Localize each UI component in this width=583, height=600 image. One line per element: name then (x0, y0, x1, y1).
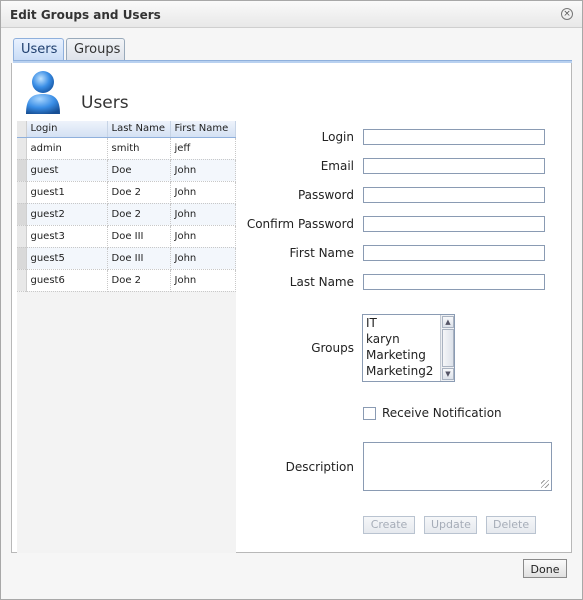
cell-first-name: John (170, 181, 236, 204)
users-table: Login Last Name First Name admin smith j… (17, 121, 236, 292)
tab-users[interactable]: Users (13, 38, 64, 60)
dialog-title: Edit Groups and Users (10, 8, 161, 22)
column-header-login[interactable]: Login (26, 121, 108, 138)
users-heading: Users (81, 93, 129, 113)
cell-last-name: smith (107, 137, 171, 160)
cell-last-name: Doe (107, 159, 171, 182)
description-textarea[interactable] (363, 442, 552, 491)
cell-first-name: jeff (170, 137, 236, 160)
groups-label: Groups (311, 341, 354, 355)
last-name-field[interactable] (363, 274, 545, 290)
cell-login: guest3 (26, 225, 108, 248)
cell-first-name: John (170, 269, 236, 292)
cell-login: admin (26, 137, 108, 160)
create-button[interactable]: Create (363, 516, 415, 534)
resize-grip-icon[interactable] (541, 480, 549, 488)
password-label: Password (297, 188, 354, 202)
groups-scrollbar[interactable]: ▲ ▼ (440, 315, 454, 381)
close-icon[interactable]: × (561, 8, 573, 20)
row-gutter (17, 247, 27, 270)
cell-last-name: Doe 2 (107, 181, 171, 204)
cell-first-name: John (170, 225, 236, 248)
cell-last-name: Doe 2 (107, 269, 171, 292)
column-header-first-name[interactable]: First Name (170, 121, 236, 138)
user-avatar-icon (26, 71, 60, 114)
scroll-up-icon[interactable]: ▲ (442, 316, 454, 328)
confirm-password-label: Confirm Password (246, 217, 354, 231)
table-row[interactable]: guest Doe John (17, 159, 236, 182)
cell-first-name: John (170, 203, 236, 226)
password-field[interactable] (363, 187, 545, 203)
scroll-thumb[interactable] (442, 329, 454, 367)
column-header-last-name[interactable]: Last Name (107, 121, 171, 138)
description-label: Description (285, 460, 354, 474)
receive-notification-label[interactable]: Receive Notification (382, 406, 502, 420)
row-gutter (17, 159, 27, 182)
row-gutter (17, 269, 27, 292)
login-field[interactable] (363, 129, 545, 145)
table-row[interactable]: guest1 Doe 2 John (17, 181, 236, 204)
last-name-label: Last Name (289, 275, 354, 289)
row-gutter (17, 225, 27, 248)
row-gutter (17, 137, 27, 160)
first-name-field[interactable] (363, 245, 545, 261)
first-name-label: First Name (289, 246, 354, 260)
groups-listbox[interactable]: IT karyn Marketing Marketing2 ▲ ▼ (362, 314, 455, 382)
update-button[interactable]: Update (424, 516, 477, 534)
email-label: Email (320, 159, 354, 173)
cell-last-name: Doe III (107, 225, 171, 248)
table-row[interactable]: guest3 Doe III John (17, 225, 236, 248)
confirm-password-field[interactable] (363, 216, 545, 232)
cell-login: guest1 (26, 181, 108, 204)
tab-groups[interactable]: Groups (66, 38, 125, 60)
cell-last-name: Doe 2 (107, 203, 171, 226)
table-row[interactable]: guest6 Doe 2 John (17, 269, 236, 292)
table-row[interactable]: admin smith jeff (17, 137, 236, 160)
cell-login: guest2 (26, 203, 108, 226)
scroll-down-icon[interactable]: ▼ (442, 368, 454, 380)
row-gutter-header (17, 121, 27, 138)
cell-login: guest5 (26, 247, 108, 270)
table-row[interactable]: guest5 Doe III John (17, 247, 236, 270)
title-bar[interactable]: Edit Groups and Users × (1, 1, 582, 28)
cell-last-name: Doe III (107, 247, 171, 270)
login-label: Login (321, 130, 354, 144)
row-gutter (17, 181, 27, 204)
cell-login: guest6 (26, 269, 108, 292)
users-grid: Login Last Name First Name admin smith j… (17, 121, 236, 553)
row-gutter (17, 203, 27, 226)
cell-login: guest (26, 159, 108, 182)
cell-first-name: John (170, 247, 236, 270)
email-field[interactable] (363, 158, 545, 174)
delete-button[interactable]: Delete (486, 516, 536, 534)
edit-groups-users-dialog: Edit Groups and Users × Users Groups Use… (0, 0, 583, 600)
cell-first-name: John (170, 159, 236, 182)
table-header-row: Login Last Name First Name (17, 121, 236, 138)
receive-notification-checkbox[interactable] (363, 407, 376, 420)
table-row[interactable]: guest2 Doe 2 John (17, 203, 236, 226)
done-button[interactable]: Done (523, 559, 567, 578)
